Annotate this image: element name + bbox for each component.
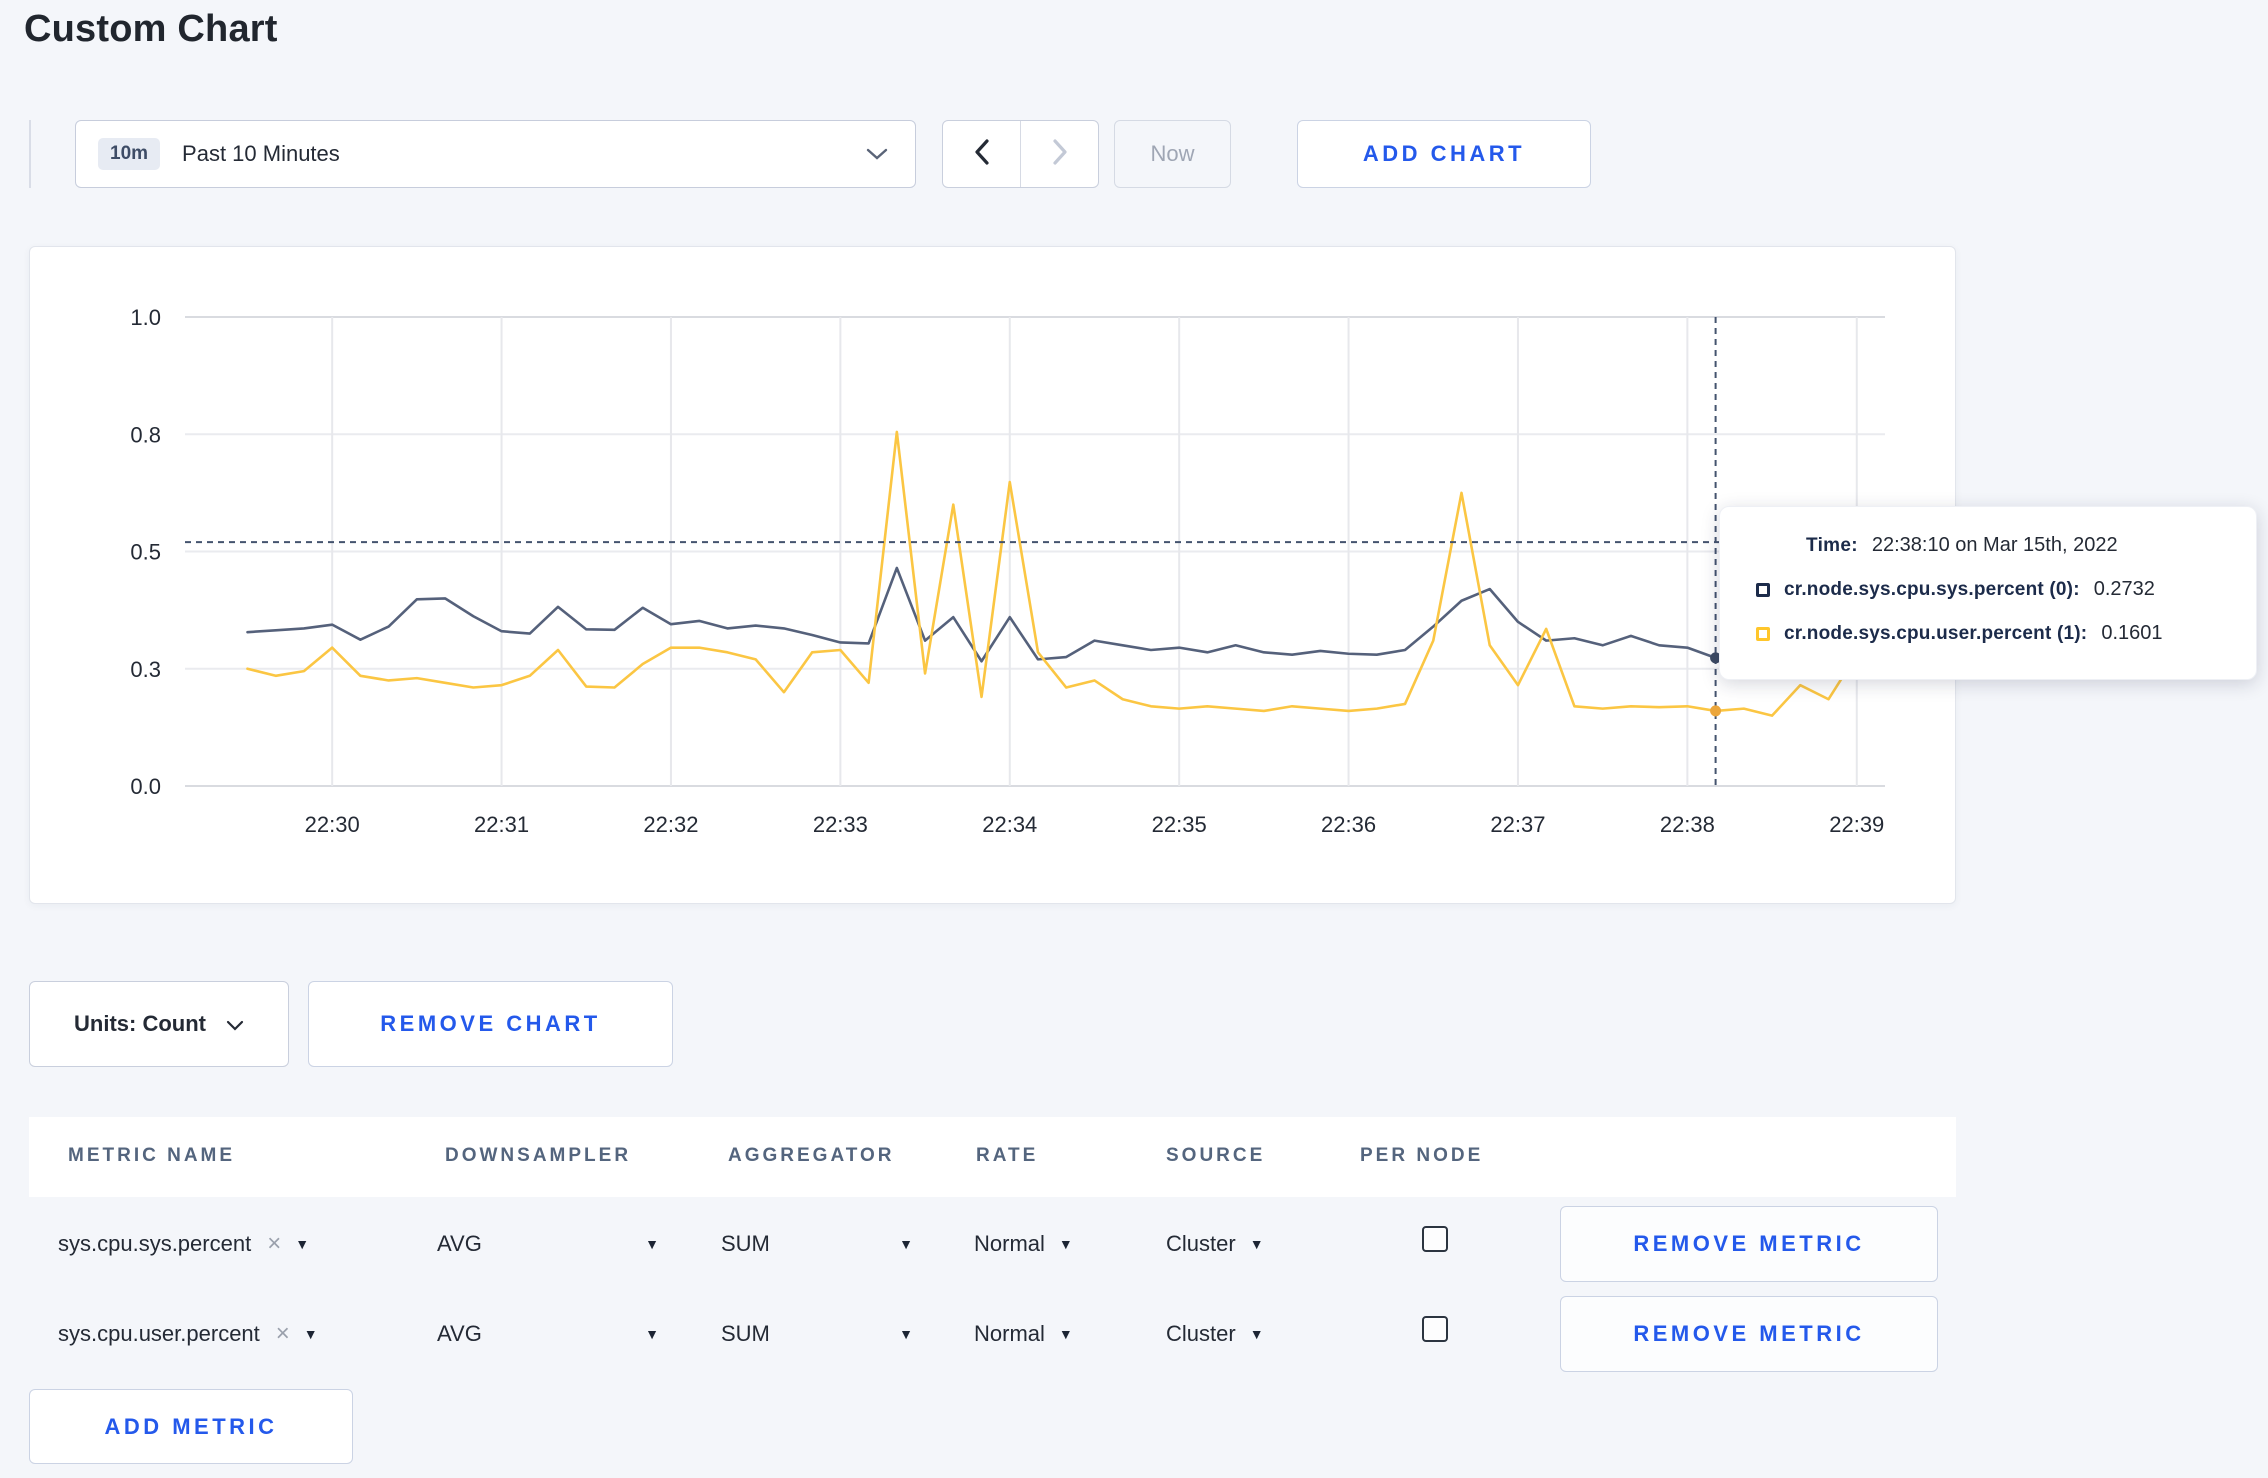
svg-text:0.5: 0.5 <box>130 540 161 565</box>
svg-text:0.8: 0.8 <box>130 422 161 447</box>
caret-down-icon: ▼ <box>1058 1236 1073 1252</box>
series-swatch-icon <box>1756 626 1770 641</box>
metric-name-select[interactable]: sys.cpu.sys.percent × ▼ <box>58 1227 309 1261</box>
svg-text:22:39: 22:39 <box>1829 812 1884 837</box>
downsampler-select[interactable]: AVG ▼ <box>437 1317 659 1351</box>
tooltip-series-value: 0.2732 <box>2093 578 2155 600</box>
metric-name-value: sys.cpu.sys.percent <box>58 1231 252 1256</box>
col-header-metric-name: METRIC NAME <box>68 1145 236 1166</box>
svg-text:22:34: 22:34 <box>982 812 1037 837</box>
chart-tooltip: Time: 22:38:10 on Mar 15th, 2022 cr.node.… <box>1719 506 2257 680</box>
time-range-label: Past 10 Minutes <box>182 141 340 166</box>
downsampler-select[interactable]: AVG ▼ <box>437 1227 659 1261</box>
caret-down-icon: ▼ <box>1249 1326 1264 1342</box>
rate-select[interactable]: Normal ▼ <box>974 1317 1073 1351</box>
caret-down-icon: ▼ <box>295 1236 310 1252</box>
tooltip-series-name: cr.node.sys.cpu.user.percent (1): <box>1784 622 2088 644</box>
metric-name-value: sys.cpu.user.percent <box>58 1321 260 1346</box>
svg-text:22:38: 22:38 <box>1660 812 1715 837</box>
page-title: Custom Chart <box>24 8 278 50</box>
aggregator-select[interactable]: SUM ▼ <box>721 1317 913 1351</box>
source-value: Cluster <box>1166 1321 1236 1346</box>
svg-text:22:31: 22:31 <box>474 812 529 837</box>
aggregator-value: SUM <box>721 1321 770 1346</box>
chevron-right-icon <box>1051 138 1069 171</box>
source-select[interactable]: Cluster ▼ <box>1166 1317 1264 1351</box>
remove-metric-button[interactable]: REMOVE METRIC <box>1560 1296 1938 1372</box>
custom-chart-page: Custom Chart 10m Past 10 Minutes Now ADD… <box>0 0 2268 1478</box>
remove-chart-button[interactable]: REMOVE CHART <box>308 981 673 1067</box>
time-range-badge: 10m <box>98 138 161 170</box>
aggregator-select[interactable]: SUM ▼ <box>721 1227 913 1261</box>
time-forward-button[interactable] <box>1021 121 1098 187</box>
per-node-checkbox[interactable] <box>1422 1316 1448 1342</box>
tooltip-series-row: cr.node.sys.cpu.sys.percent (0): 0.2732 <box>1756 578 2232 601</box>
per-node-checkbox[interactable] <box>1422 1226 1448 1252</box>
chevron-down-icon <box>865 147 889 161</box>
time-back-button[interactable] <box>943 121 1021 187</box>
rate-select[interactable]: Normal ▼ <box>974 1227 1073 1261</box>
svg-text:22:32: 22:32 <box>643 812 698 837</box>
caret-down-icon: ▼ <box>1058 1326 1073 1342</box>
chevron-left-icon <box>973 138 991 171</box>
caret-down-icon: ▼ <box>1249 1236 1264 1252</box>
units-label: Units: Count <box>74 1011 206 1036</box>
toolbar-divider <box>29 120 31 188</box>
add-metric-button[interactable]: ADD METRIC <box>29 1389 353 1464</box>
svg-text:22:36: 22:36 <box>1321 812 1376 837</box>
rate-value: Normal <box>974 1231 1045 1256</box>
col-header-downsampler: DOWNSAMPLER <box>445 1145 632 1166</box>
col-header-source: SOURCE <box>1166 1145 1266 1166</box>
tooltip-series-name: cr.node.sys.cpu.sys.percent (0): <box>1784 578 2080 600</box>
units-dropdown[interactable]: Units: Count <box>29 981 289 1067</box>
time-nav-group <box>942 120 1099 188</box>
metrics-table-header: METRIC NAME DOWNSAMPLER AGGREGATOR RATE … <box>29 1117 1956 1197</box>
col-header-aggregator: AGGREGATOR <box>728 1145 895 1166</box>
metric-name-select[interactable]: sys.cpu.user.percent × ▼ <box>58 1317 318 1351</box>
caret-down-icon: ▼ <box>899 1326 913 1342</box>
series-swatch-icon <box>1756 582 1770 597</box>
tooltip-series-value: 0.1601 <box>2101 622 2163 644</box>
source-select[interactable]: Cluster ▼ <box>1166 1227 1264 1261</box>
svg-text:0.3: 0.3 <box>130 657 161 682</box>
rate-value: Normal <box>974 1321 1045 1346</box>
clear-metric-icon[interactable]: × <box>267 1232 281 1256</box>
source-value: Cluster <box>1166 1231 1236 1256</box>
caret-down-icon: ▼ <box>645 1326 659 1342</box>
svg-text:22:30: 22:30 <box>305 812 360 837</box>
svg-text:1.0: 1.0 <box>130 305 161 330</box>
chevron-down-icon <box>226 1011 244 1037</box>
col-header-rate: RATE <box>976 1145 1039 1166</box>
timeseries-chart[interactable]: 0.0 0.3 0.5 0.8 1.0 22:30 22:31 22:32 22:33 22:34… <box>30 247 1955 903</box>
caret-down-icon: ▼ <box>899 1236 913 1252</box>
caret-down-icon: ▼ <box>645 1236 659 1252</box>
downsampler-value: AVG <box>437 1231 482 1256</box>
svg-text:22:35: 22:35 <box>1152 812 1207 837</box>
tooltip-time-label: Time: <box>1806 535 1858 556</box>
downsampler-value: AVG <box>437 1321 482 1346</box>
tooltip-time-value: 22:38:10 on Mar 15th, 2022 <box>1871 534 2118 556</box>
time-range-dropdown[interactable]: 10m Past 10 Minutes <box>75 120 916 188</box>
add-chart-button[interactable]: ADD CHART <box>1297 120 1591 188</box>
tooltip-series-row: cr.node.sys.cpu.user.percent (1): 0.1601 <box>1756 622 2232 645</box>
clear-metric-icon[interactable]: × <box>276 1322 290 1346</box>
svg-text:22:37: 22:37 <box>1490 812 1545 837</box>
caret-down-icon: ▼ <box>303 1326 318 1342</box>
chart-card: 0.0 0.3 0.5 0.8 1.0 22:30 22:31 22:32 22:33 22:34… <box>29 246 1956 904</box>
col-header-per-node: PER NODE <box>1360 1145 1484 1166</box>
remove-metric-button[interactable]: REMOVE METRIC <box>1560 1206 1938 1282</box>
aggregator-value: SUM <box>721 1231 770 1256</box>
svg-text:0.0: 0.0 <box>130 774 161 799</box>
svg-text:22:33: 22:33 <box>813 812 868 837</box>
now-button[interactable]: Now <box>1114 120 1231 188</box>
